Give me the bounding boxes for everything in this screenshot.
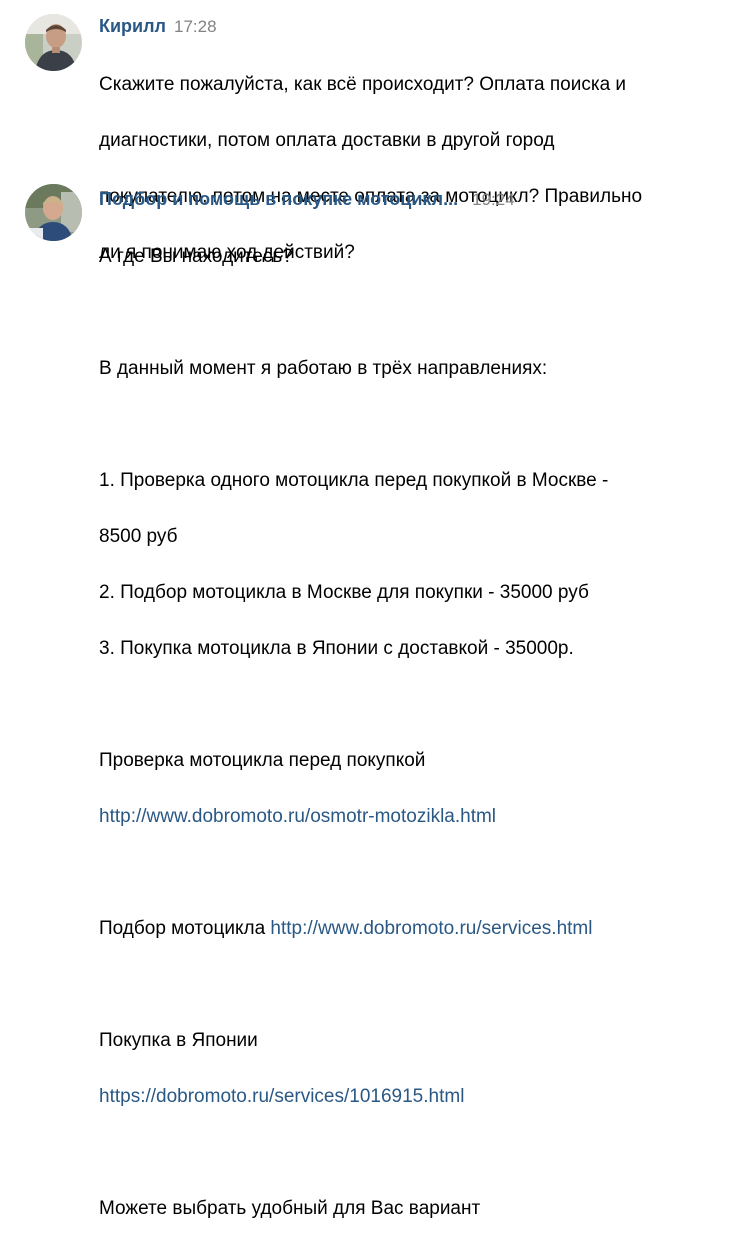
list-item: 2. Подбор мотоцикла в Москве для покупки…: [99, 582, 589, 603]
inspection-link[interactable]: http://www.dobromoto.ru/osmotr-motozikla…: [99, 806, 496, 827]
author-name[interactable]: Подбор и помощь в покупке мотоцикл...: [99, 189, 458, 209]
list-item: 8500 руб: [99, 526, 178, 547]
text-line: Можете выбрать удобный для Вас вариант: [99, 1198, 481, 1219]
text-line: Покупка в Японии: [99, 1030, 258, 1051]
list-item: 1. Проверка одного мотоцикла перед покуп…: [99, 470, 609, 491]
text-line: Скажите пожалуйста, как всё происходит? …: [99, 74, 627, 95]
avatar[interactable]: [25, 184, 82, 241]
text-line: Проверка мотоцикла перед покупкой: [99, 750, 426, 771]
list-item: 3. Покупка мотоцикла в Японии с доставко…: [99, 638, 574, 659]
message-time[interactable]: 19:24: [472, 190, 515, 209]
japan-link[interactable]: https://dobromoto.ru/services/1016915.ht…: [99, 1086, 464, 1107]
text-line: А где Вы находитесь?: [99, 246, 293, 267]
selection-link[interactable]: http://www.dobromoto.ru/services.html: [270, 918, 592, 939]
text-line: диагностики, потом оплата доставки в дру…: [99, 130, 555, 151]
text-line: В данный момент я работаю в трёх направл…: [99, 358, 548, 379]
selection-label: Подбор мотоцикла: [99, 918, 266, 939]
message-time[interactable]: 17:28: [174, 17, 217, 36]
avatar[interactable]: [25, 14, 82, 71]
link-line: https://dobromoto.ru/services/1016915.ht…: [99, 1083, 719, 1111]
message-text: А где Вы находитесь? В данный момент я р…: [99, 215, 719, 1251]
link-line: http://www.dobromoto.ru/osmotr-motozikla…: [99, 803, 719, 831]
author-name[interactable]: Кирилл: [99, 16, 166, 36]
text-line: Подбор мотоцикла http://www.dobromoto.ru…: [99, 915, 719, 943]
